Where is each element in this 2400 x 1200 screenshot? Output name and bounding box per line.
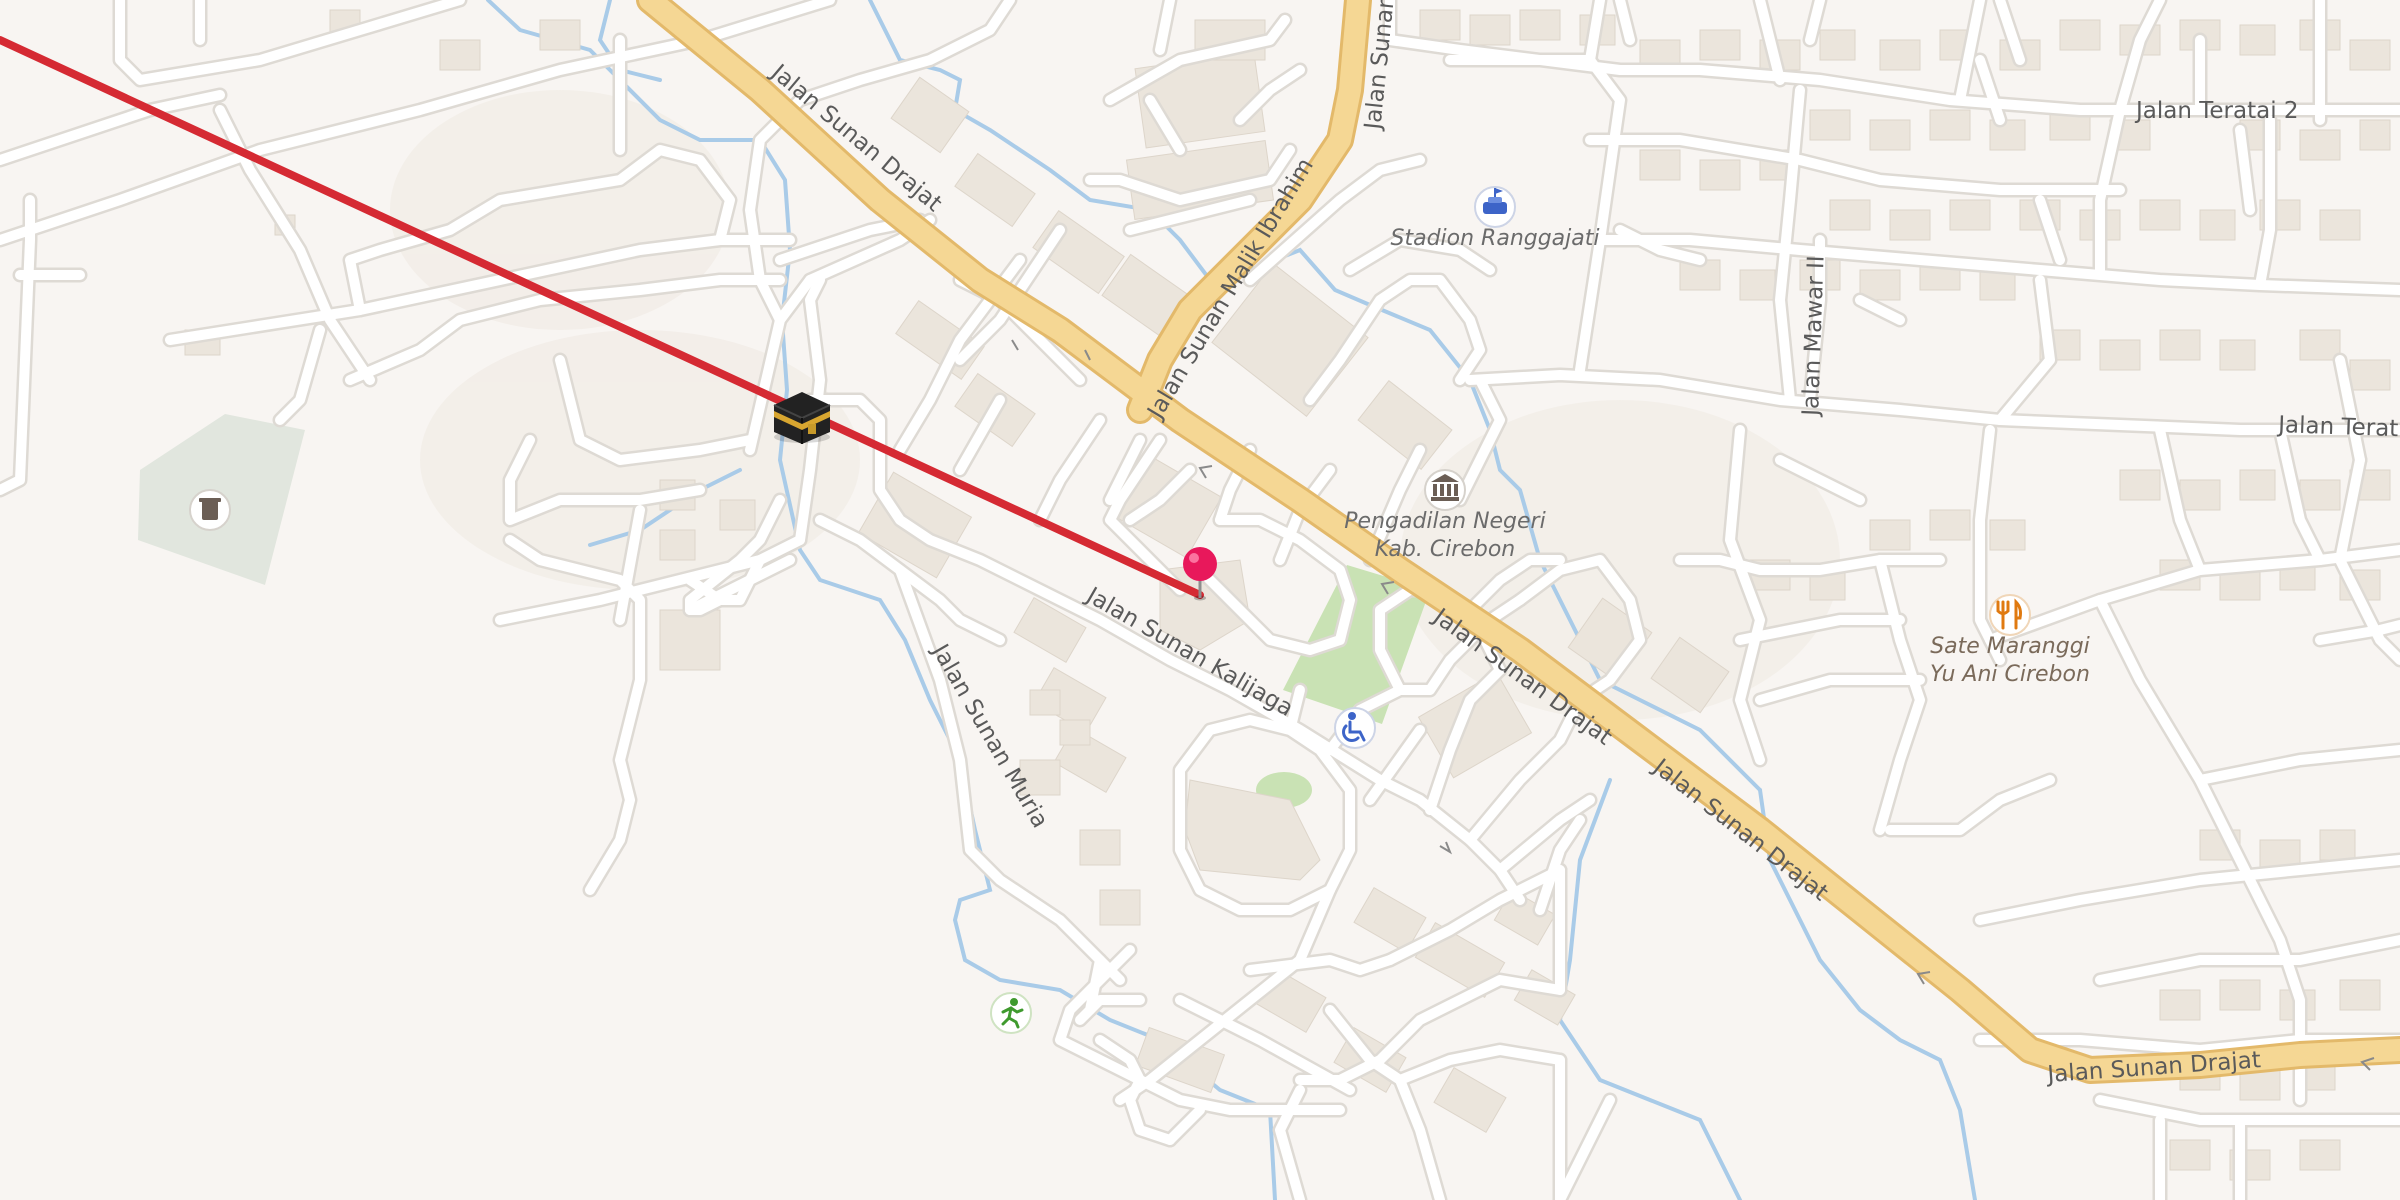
- map-pin-icon: [1183, 547, 1217, 581]
- poi-label-sate-line1: Sate Maranggi: [1930, 634, 2090, 659]
- map-canvas[interactable]: Jalan Sunan Drajat Jalan Sunan Jalan Sun…: [0, 0, 2400, 1200]
- poi-label-pengadilan-line1: Pengadilan Negeri: [1344, 509, 1545, 534]
- road-label-jalan-terat: Jalan Terat: [2276, 412, 2399, 442]
- poi-accessibility[interactable]: [1334, 707, 1376, 749]
- poi-label-pengadilan-line2: Kab. Cirebon: [1375, 537, 1516, 562]
- poi-cemetery[interactable]: [189, 489, 231, 531]
- road-label-jalan-teratai-2: Jalan Teratai 2: [2134, 98, 2299, 124]
- poi-label-stadion-ranggajati: Stadion Ranggajati: [1391, 226, 1600, 251]
- poi-sports[interactable]: [990, 992, 1032, 1034]
- poi-label-sate-line2: Yu Ani Cirebon: [1930, 662, 2090, 687]
- cemetery-icon: [199, 498, 221, 520]
